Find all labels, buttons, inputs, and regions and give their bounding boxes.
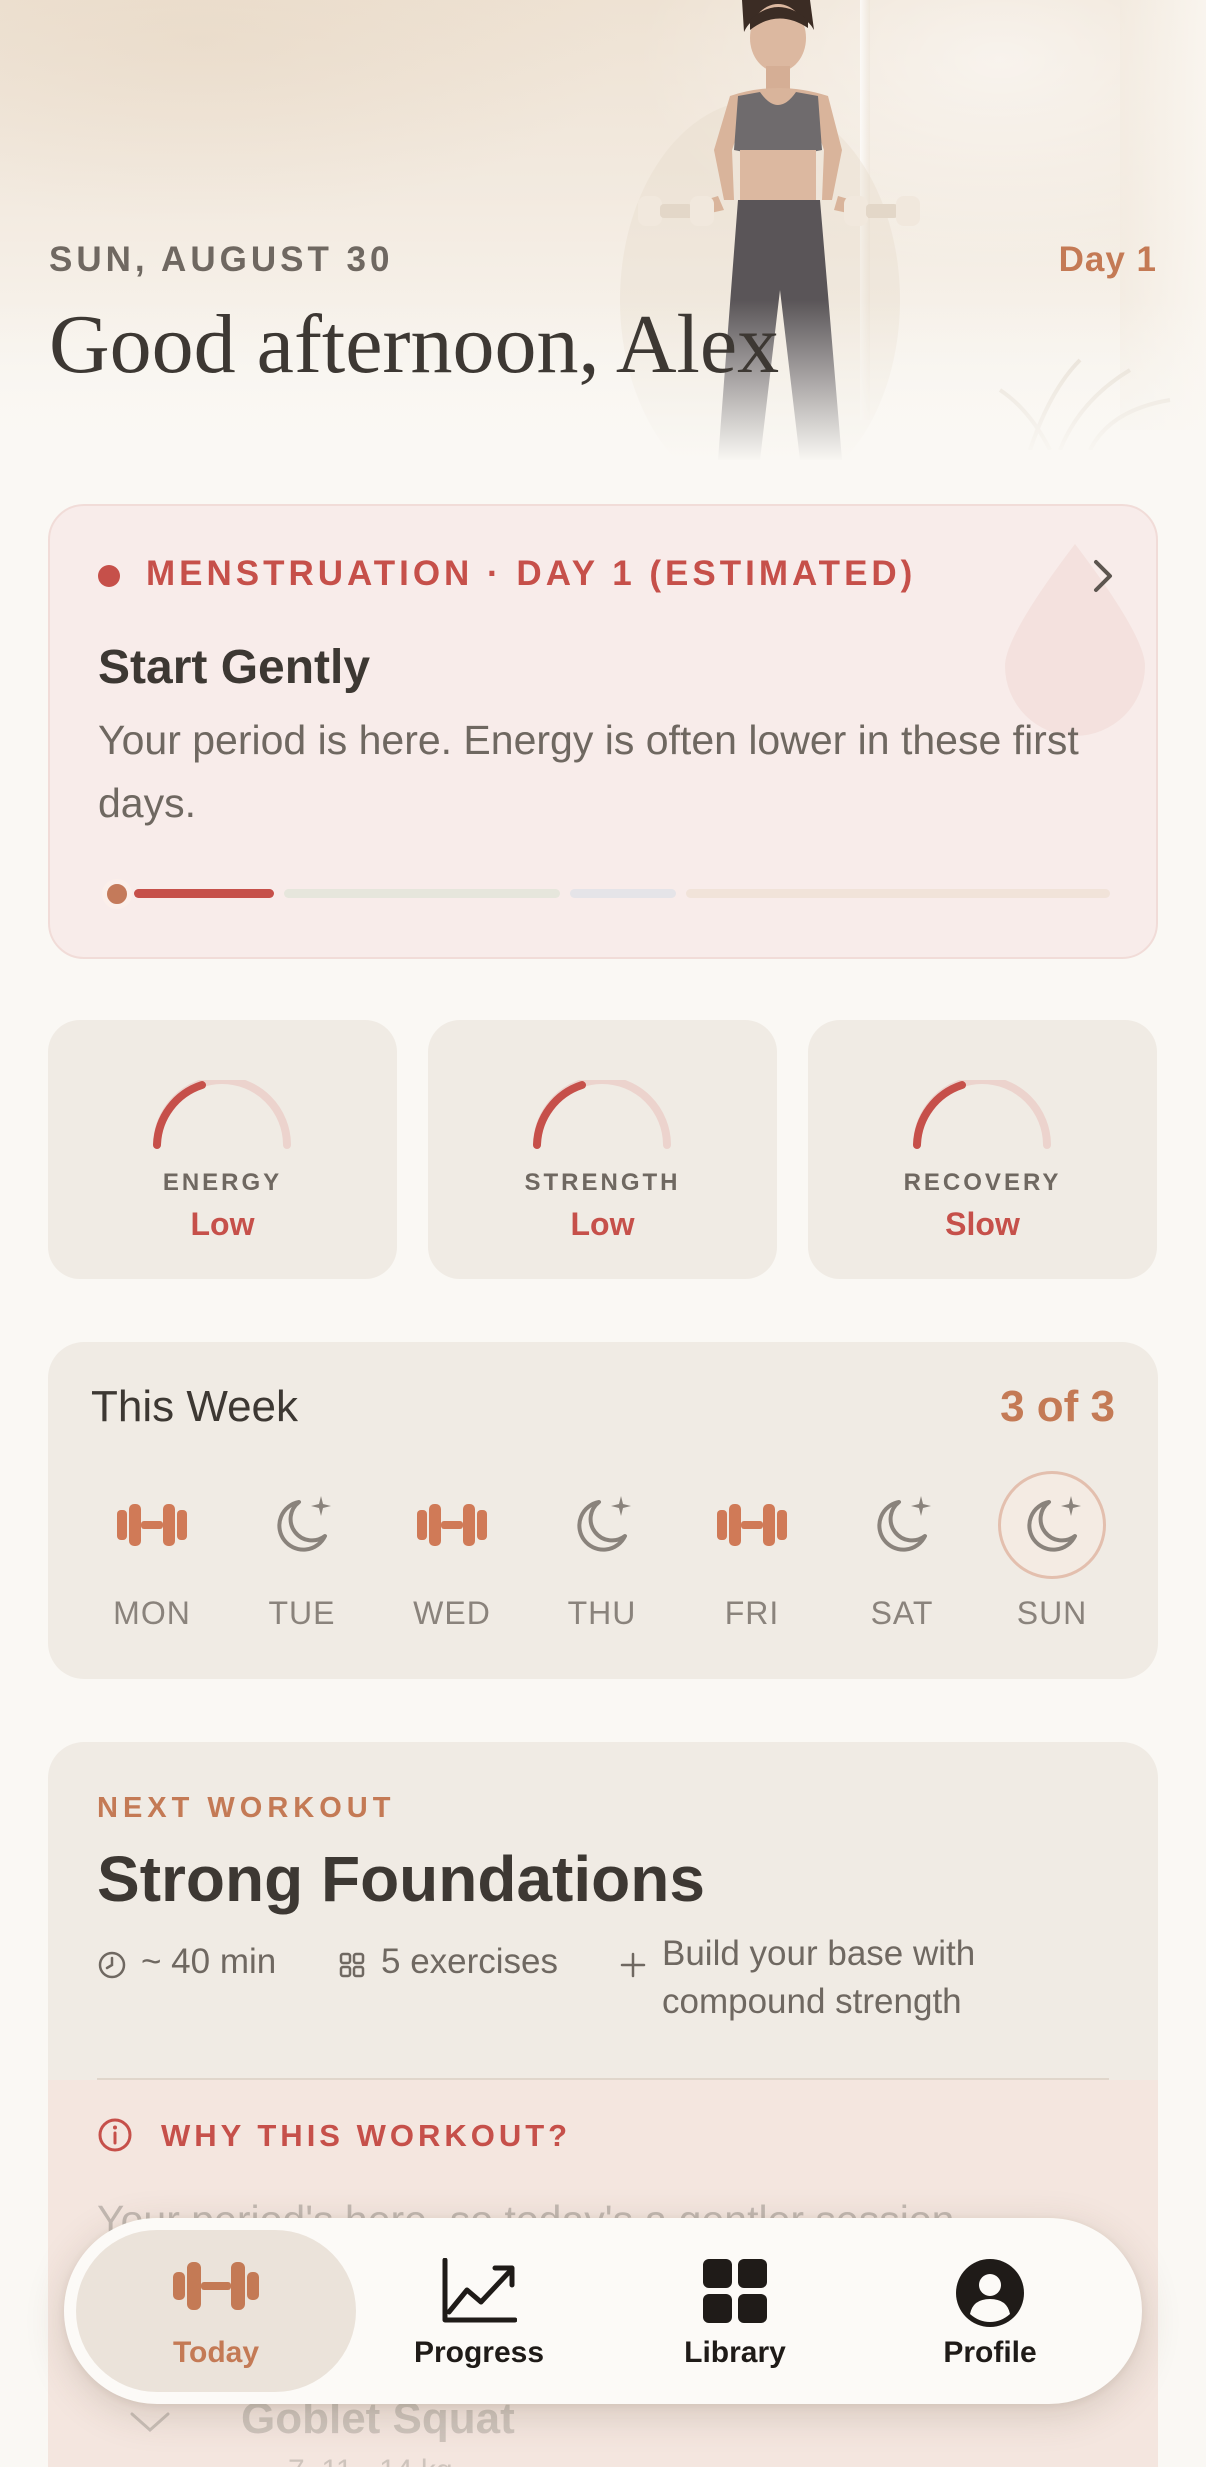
week-count: 3 of 3 bbox=[1000, 1382, 1115, 1431]
day-label: FRI bbox=[724, 1595, 780, 1631]
day-label: TUE bbox=[268, 1595, 336, 1631]
duration-text: ~ 40 min bbox=[141, 1942, 277, 1981]
this-week-card: This Week 3 of 3 MON TUE WED THU FRI SAT… bbox=[48, 1342, 1158, 1679]
info-icon bbox=[98, 2118, 132, 2152]
tab-label: Progress bbox=[413, 2336, 545, 2369]
phase-title: Start Gently bbox=[98, 641, 371, 694]
cycle-track-follicular bbox=[284, 889, 560, 898]
dumbbell-icon bbox=[717, 1504, 787, 1546]
moon-rest-icon bbox=[277, 1496, 331, 1552]
strength-metric-card[interactable]: STRENGTH Low bbox=[428, 1020, 777, 1279]
date-label: SUN, AUGUST 30 bbox=[49, 240, 394, 279]
bottom-tab-bar: Today Progress Library Profile bbox=[64, 2218, 1142, 2404]
cycle-track-ovulation bbox=[570, 889, 676, 898]
droplet-icon bbox=[1005, 544, 1145, 736]
phase-label: MENSTRUATION · DAY 1 (ESTIMATED) bbox=[146, 554, 917, 593]
tab-profile[interactable]: Profile bbox=[850, 2230, 1130, 2392]
focus-text: Build your base with compound strength bbox=[662, 1934, 976, 2021]
chevron-right-icon[interactable] bbox=[1088, 558, 1118, 594]
plus-icon bbox=[620, 1952, 646, 1978]
greeting-title: Good afternoon, Alex bbox=[49, 298, 780, 391]
week-day-tue[interactable]: TUE bbox=[247, 1470, 357, 1650]
tab-library[interactable]: Library bbox=[595, 2230, 875, 2392]
day-label: SAT bbox=[870, 1595, 934, 1631]
week-title: This Week bbox=[91, 1382, 299, 1431]
user-circle-icon bbox=[956, 2259, 1024, 2327]
workout-title: Strong Foundations bbox=[97, 1843, 705, 1915]
tab-label: Library bbox=[684, 2336, 786, 2369]
dumbbell-icon bbox=[117, 1504, 187, 1546]
energy-label: ENERGY bbox=[162, 1169, 283, 1196]
strength-label: STRENGTH bbox=[524, 1169, 681, 1196]
next-workout-label: NEXT WORKOUT bbox=[97, 1792, 396, 1824]
week-day-wed[interactable]: WED bbox=[397, 1470, 507, 1650]
day-label: SUN bbox=[1016, 1595, 1088, 1631]
hero-banner: SUN, AUGUST 30 Day 1 Good afternoon, Ale… bbox=[0, 0, 1206, 470]
dumbbell-icon bbox=[417, 1504, 487, 1546]
recovery-metric-card[interactable]: RECOVERY Slow bbox=[808, 1020, 1157, 1279]
phase-description: Your period is here. Energy is often low… bbox=[98, 717, 1079, 826]
grid-icon bbox=[703, 2259, 767, 2323]
week-day-fri[interactable]: FRI bbox=[697, 1470, 807, 1650]
moon-rest-icon bbox=[577, 1496, 631, 1552]
grid-small-icon bbox=[339, 1952, 365, 1978]
exercises-text: 5 exercises bbox=[381, 1942, 559, 1981]
week-day-thu[interactable]: THU bbox=[547, 1470, 657, 1650]
strength-value: Low bbox=[570, 1206, 635, 1242]
energy-gauge bbox=[153, 1080, 291, 1149]
week-day-sat[interactable]: SAT bbox=[847, 1470, 957, 1650]
week-day-mon[interactable]: MON bbox=[97, 1470, 207, 1650]
exercise-detail: 7–11 · 14 kg bbox=[288, 2454, 453, 2467]
day-badge[interactable]: Day 1 bbox=[1059, 240, 1157, 280]
phase-status-dot bbox=[98, 565, 120, 587]
week-day-sun[interactable]: SUN bbox=[997, 1470, 1107, 1650]
recovery-gauge bbox=[913, 1080, 1051, 1149]
day-label: THU bbox=[567, 1595, 637, 1631]
tab-progress[interactable]: Progress bbox=[339, 2230, 619, 2392]
cycle-track-luteal bbox=[686, 889, 1110, 898]
day-label: WED bbox=[413, 1595, 491, 1631]
moon-rest-icon bbox=[877, 1496, 931, 1552]
dumbbell-icon bbox=[173, 2262, 259, 2310]
tab-label: Today bbox=[172, 2336, 260, 2369]
strength-gauge bbox=[533, 1080, 671, 1149]
chart-line-icon bbox=[442, 2258, 517, 2323]
chevron-down-icon[interactable] bbox=[128, 2410, 172, 2434]
moon-rest-icon bbox=[1027, 1496, 1081, 1552]
energy-value: Low bbox=[190, 1206, 255, 1242]
recovery-label: RECOVERY bbox=[903, 1169, 1062, 1196]
energy-metric-card[interactable]: ENERGY Low bbox=[48, 1020, 397, 1279]
why-title[interactable]: WHY THIS WORKOUT? bbox=[161, 2118, 571, 2154]
recovery-value: Slow bbox=[945, 1206, 1020, 1242]
day-label: MON bbox=[113, 1595, 191, 1631]
cycle-track-menstruation bbox=[134, 889, 274, 898]
clock-icon bbox=[98, 1951, 126, 1979]
cycle-phase-card[interactable]: MENSTRUATION · DAY 1 (ESTIMATED) Start G… bbox=[48, 504, 1158, 959]
tab-today[interactable]: Today bbox=[76, 2230, 356, 2392]
cycle-progress-marker bbox=[102, 879, 132, 909]
tab-label: Profile bbox=[943, 2336, 1037, 2369]
